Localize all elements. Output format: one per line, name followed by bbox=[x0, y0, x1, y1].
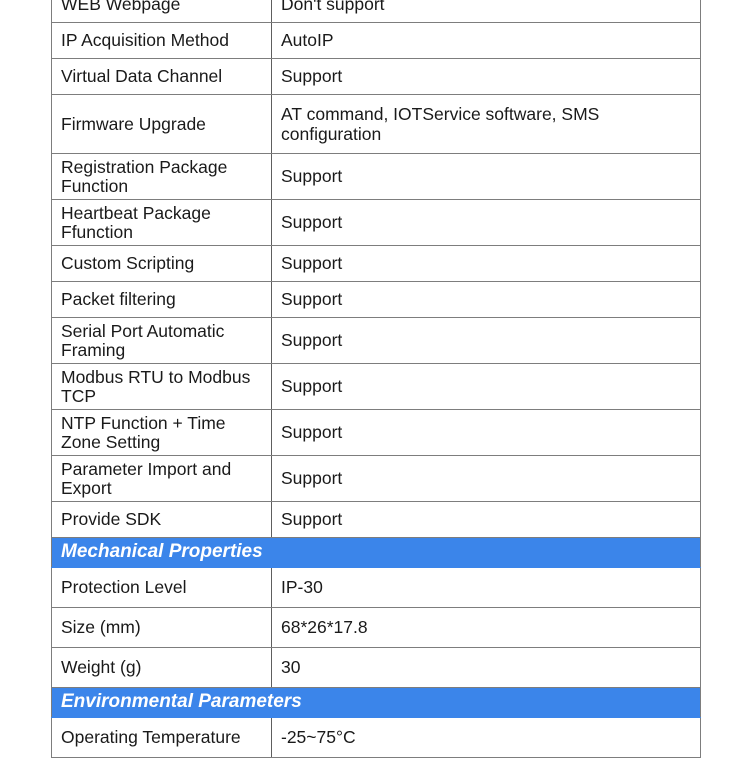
table-row: Protection Level IP-30 bbox=[51, 567, 701, 609]
spec-label: Size (mm) bbox=[51, 607, 272, 649]
table-row: NTP Function + Time Zone Setting Support bbox=[51, 409, 701, 456]
table-row: Custom Scripting Support bbox=[51, 245, 701, 282]
spec-value: AT command, IOTService software, SMS con… bbox=[271, 94, 701, 154]
spec-label: Firmware Upgrade bbox=[51, 94, 272, 154]
table-row: Serial Port Automatic Framing Support bbox=[51, 317, 701, 364]
spec-label: Heartbeat Package Ffunction bbox=[51, 199, 272, 246]
spec-value: Support bbox=[271, 455, 701, 502]
specification-table: WEB Webpage Don't support IP Acquisition… bbox=[51, 0, 701, 758]
table-row: IP Acquisition Method AutoIP bbox=[51, 22, 701, 59]
table-row: Provide SDK Support bbox=[51, 501, 701, 538]
section-header-label: Mechanical Properties bbox=[51, 536, 701, 569]
table-row: Modbus RTU to Modbus TCP Support bbox=[51, 363, 701, 410]
table-row: Heartbeat Package Ffunction Support bbox=[51, 199, 701, 246]
spec-value: 30 bbox=[271, 647, 701, 689]
spec-value: IP-30 bbox=[271, 567, 701, 609]
spec-label: Weight (g) bbox=[51, 647, 272, 689]
section-header-label: Environmental Parameters bbox=[51, 687, 701, 719]
spec-label: WEB Webpage bbox=[51, 0, 272, 23]
spec-value: Support bbox=[271, 281, 701, 318]
spec-label: Registration Package Function bbox=[51, 153, 272, 200]
spec-value: Support bbox=[271, 153, 701, 200]
spec-value: -25~75°C bbox=[271, 717, 701, 758]
table-row: Size (mm) 68*26*17.8 bbox=[51, 607, 701, 649]
table-row: Virtual Data Channel Support bbox=[51, 58, 701, 95]
spec-label: Packet filtering bbox=[51, 281, 272, 318]
spec-value: 68*26*17.8 bbox=[271, 607, 701, 649]
spec-label: NTP Function + Time Zone Setting bbox=[51, 409, 272, 456]
spec-label: Protection Level bbox=[51, 567, 272, 609]
spec-value: Support bbox=[271, 58, 701, 95]
section-header-row-environmental-parameters: Environmental Parameters bbox=[51, 687, 701, 719]
spec-label: Custom Scripting bbox=[51, 245, 272, 282]
spec-value: Support bbox=[271, 409, 701, 456]
specification-table-body: WEB Webpage Don't support IP Acquisition… bbox=[51, 0, 701, 758]
table-row: Firmware Upgrade AT command, IOTService … bbox=[51, 94, 701, 154]
spec-label: Parameter Import and Export bbox=[51, 455, 272, 502]
table-row: Weight (g) 30 bbox=[51, 647, 701, 689]
spec-value: Support bbox=[271, 363, 701, 410]
spec-label: Provide SDK bbox=[51, 501, 272, 538]
table-row: Parameter Import and Export Support bbox=[51, 455, 701, 502]
table-row: Packet filtering Support bbox=[51, 281, 701, 318]
spec-value: Support bbox=[271, 245, 701, 282]
spec-label: Virtual Data Channel bbox=[51, 58, 272, 95]
section-header-row-mechanical-properties: Mechanical Properties bbox=[51, 536, 701, 569]
spec-value: Support bbox=[271, 501, 701, 538]
spec-value: AutoIP bbox=[271, 22, 701, 59]
table-row: Operating Temperature -25~75°C bbox=[51, 717, 701, 758]
spec-label: Modbus RTU to Modbus TCP bbox=[51, 363, 272, 410]
table-row: Registration Package Function Support bbox=[51, 153, 701, 200]
table-row: WEB Webpage Don't support bbox=[51, 0, 701, 23]
spec-value: Don't support bbox=[271, 0, 701, 23]
spec-label: Operating Temperature bbox=[51, 717, 272, 758]
spec-value: Support bbox=[271, 317, 701, 364]
spec-value: Support bbox=[271, 199, 701, 246]
spec-label: Serial Port Automatic Framing bbox=[51, 317, 272, 364]
spec-label: IP Acquisition Method bbox=[51, 22, 272, 59]
